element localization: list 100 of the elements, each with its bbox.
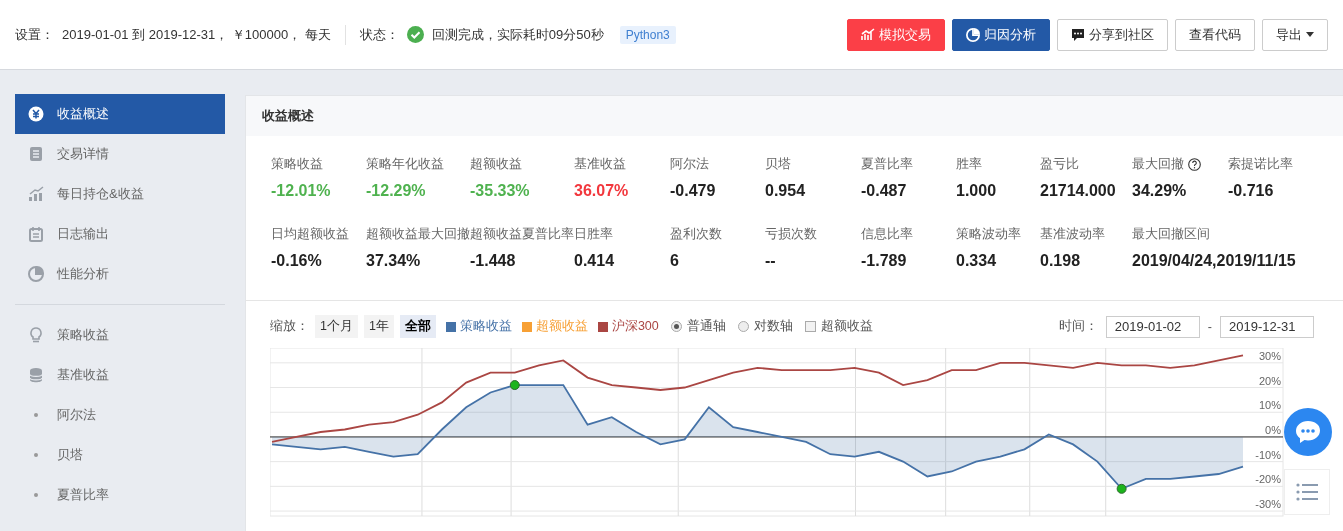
axis-tick-label: 20% [1258,374,1281,387]
sidebar-item[interactable]: 收益概述 [15,94,225,134]
menu-icon [28,106,44,122]
metric-label: 基准波动率 [1040,226,1105,243]
menu-icon [28,327,44,343]
metric-value: -35.33% [470,182,531,200]
sidebar-item[interactable]: 交易详情 [15,134,225,174]
metric-label: 策略波动率 [956,226,1021,243]
metric-value: 34.29% [1132,182,1188,200]
radio-button[interactable] [737,321,749,332]
sidebar-item[interactable]: 每日持仓&收益 [15,174,225,214]
metric-value: 6 [670,252,680,270]
sidebar-item[interactable]: 基准收益 [15,355,225,395]
chat-icon [1295,420,1321,444]
start-date-field[interactable]: 2019-01-02 [1105,315,1200,338]
metric-label: 贝塔 [765,156,791,173]
metric-value: 37.34% [366,252,422,270]
bullet-icon [34,453,38,457]
sidebar-item[interactable]: 性能分析 [15,254,225,294]
axis-tick-label: -30% [1255,498,1281,511]
axis-tick-label: 0% [1265,423,1281,436]
chat-icon [1071,27,1085,42]
status-text: 回测完成，实际耗时09分50秒 [431,25,604,44]
metric-label: 盈利次数 [670,226,722,243]
toolbar-button[interactable]: 模拟交易 [847,18,945,51]
menu-icon [28,186,44,202]
pie-icon [966,27,980,42]
time-label: 时间： [1058,318,1098,335]
radio-button[interactable] [670,321,682,332]
status-label: 状态： [359,25,399,44]
metric-value: 1.000 [956,182,998,200]
toolbar-button[interactable]: 查看代码 [1175,18,1255,51]
caret-icon [1306,32,1314,37]
axis-tick-label: 30% [1258,349,1281,362]
menu-icon [28,226,44,242]
help-icon[interactable] [1188,158,1201,171]
metric-value: -12.01% [271,182,332,200]
metric-label: 超额收益夏普比率 [470,226,574,243]
settings-label: 设置： [15,25,54,44]
metric-value: 21714.000 [1040,182,1117,200]
metric-label: 最大回撤区间 [1132,226,1210,243]
metric-value: -12.29% [366,182,427,200]
metric-value: -0.479 [670,182,717,200]
zoom-button[interactable]: 1个月 [315,315,358,338]
metric-value: -0.16% [271,252,323,270]
range-dash: - [1207,319,1212,334]
language-tag: Python3 [619,25,676,44]
metric-value: 0.334 [956,252,998,270]
settings-text: 2019-01-01 到 2019-12-31， ￥100000， 每天 [62,25,331,44]
sidebar-item[interactable]: 夏普比率 [15,475,225,515]
metric-value: -1.789 [861,252,908,270]
zoom-button[interactable]: 全部 [399,315,436,338]
radio-label: 对数轴 [753,318,793,335]
metric-label: 策略年化收益 [366,156,444,173]
metric-label: 策略收益 [271,156,323,173]
bullet-icon [34,413,38,417]
bullet-icon [34,493,38,497]
zoom-button[interactable]: 1年 [363,315,394,338]
metric-value: 0.414 [574,252,616,270]
sidebar-item[interactable]: 策略收益 [15,315,225,355]
checkbox[interactable] [804,321,816,332]
metric-label: 胜率 [956,156,982,173]
metric-label: 超额收益最大回撤 [366,226,470,243]
metric-label: 盈亏比 [1040,156,1079,173]
metric-value: 36.07% [574,182,630,200]
metric-value: -- [765,252,777,270]
zoom-label: 缩放： [270,318,309,335]
axis-tick-label: -10% [1255,448,1281,461]
toolbar-button[interactable]: 分享到社区 [1057,18,1168,51]
toolbar-button[interactable]: 导出 [1262,18,1328,51]
metric-value: 2019/04/24,2019/11/15 [1132,252,1296,270]
metric-label: 超额收益 [470,156,522,173]
metric-label: 基准收益 [574,156,626,173]
menu-icon [28,367,44,383]
metric-value: -0.716 [1228,182,1275,200]
radio-label: 普通轴 [686,318,726,335]
sidebar-item[interactable]: 贝塔 [15,435,225,475]
end-date-field[interactable]: 2019-12-31 [1220,315,1314,338]
metric-label: 索提诺比率 [1228,156,1293,173]
legend-label[interactable]: 策略收益 [459,318,512,335]
axis-tick-label: -20% [1255,473,1281,486]
metric-label: 最大回撤 [1132,156,1184,173]
metric-value: 0.954 [765,182,807,200]
metric-value: -1.448 [470,252,517,270]
list-button[interactable] [1284,469,1330,515]
sidebar-item[interactable]: 阿尔法 [15,395,225,435]
sidebar-item[interactable]: 日志输出 [15,214,225,254]
panel-title: 收益概述 [262,107,314,125]
metric-label: 信息比率 [861,226,913,243]
metric-value: -0.487 [861,182,908,200]
list-icon [1296,483,1318,501]
metric-label: 日胜率 [574,226,613,243]
metric-label: 日均超额收益 [271,226,349,243]
axis-tick-label: 10% [1258,399,1281,412]
metric-label: 亏损次数 [765,226,817,243]
chart-icon [861,28,875,41]
legend-label[interactable]: 沪深300 [611,318,659,335]
toolbar-button[interactable]: 归因分析 [952,18,1050,51]
menu-icon [28,266,44,282]
metric-label: 阿尔法 [670,156,709,173]
